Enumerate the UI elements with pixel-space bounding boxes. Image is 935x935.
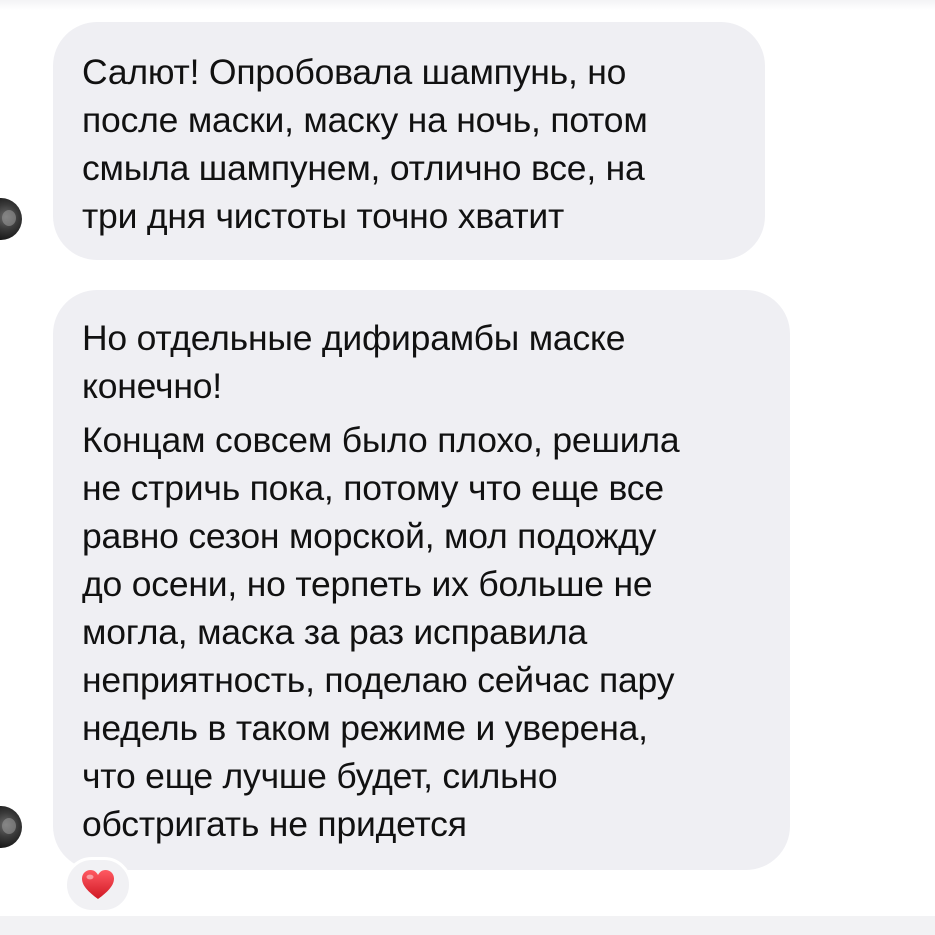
message-line: неприятность, поделаю сейчас пару bbox=[82, 660, 675, 700]
message-bubble[interactable]: Но отдельные дифирамбы маске конечно! Ко… bbox=[53, 290, 790, 870]
bottom-edge bbox=[0, 916, 935, 935]
message-line: три дня чистоты точно хватит bbox=[82, 196, 565, 236]
message-paragraph: Концам совсем было плохо, решила не стри… bbox=[82, 416, 790, 848]
heart-shape bbox=[82, 870, 114, 899]
message-line: что еще лучше будет, сильно bbox=[82, 756, 558, 796]
message-paragraph: Но отдельные дифирамбы маске конечно! bbox=[82, 314, 790, 410]
reaction-badge[interactable] bbox=[64, 857, 132, 913]
top-edge bbox=[0, 0, 935, 10]
message-line: равно сезон морской, мол подожду bbox=[82, 516, 657, 556]
sender-avatar[interactable] bbox=[0, 198, 22, 240]
message-line: Но отдельные дифирамбы маске bbox=[82, 318, 626, 358]
message-line: конечно! bbox=[82, 366, 222, 406]
message-line: недель в таком режиме и уверена, bbox=[82, 708, 648, 748]
message-line: после маски, маску на ночь, потом bbox=[82, 100, 648, 140]
message-bubble[interactable]: Салют! Опробовала шампунь, но после маск… bbox=[53, 22, 765, 260]
message-line: могла, маска за раз исправила bbox=[82, 612, 588, 652]
heart-icon bbox=[82, 870, 114, 899]
chat-screen: Салют! Опробовала шампунь, но после маск… bbox=[0, 0, 935, 935]
message-line: смыла шампунем, отлично все, на bbox=[82, 148, 645, 188]
message-line: не стричь пока, потому что еще все bbox=[82, 468, 664, 508]
message-line: Концам совсем было плохо, решила bbox=[82, 420, 680, 460]
message-line: до осени, но терпеть их больше не bbox=[82, 564, 653, 604]
message-line: обстригать не придется bbox=[82, 804, 467, 844]
message-line: Салют! Опробовала шампунь, но bbox=[82, 52, 627, 92]
sender-avatar[interactable] bbox=[0, 806, 22, 848]
